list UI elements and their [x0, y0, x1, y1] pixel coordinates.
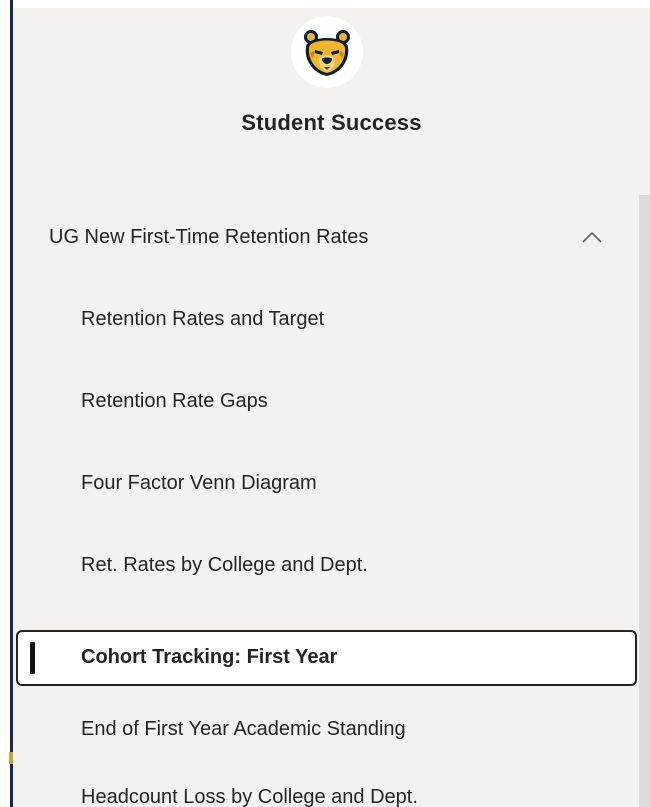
nav-item-label: End of First Year Academic Standing: [81, 718, 406, 740]
chevron-up-icon[interactable]: [579, 226, 605, 248]
nav-item-retention-rate-gaps[interactable]: Retention Rate Gaps: [13, 374, 639, 430]
nav-item-cohort-tracking-first-year[interactable]: Cohort Tracking: First Year: [16, 630, 637, 686]
nav-item-label: Retention Rate Gaps: [81, 390, 268, 412]
nav-section-label: UG New First-Time Retention Rates: [49, 226, 369, 248]
nav-item-ret-rates-by-college-and-dept[interactable]: Ret. Rates by College and Dept.: [13, 538, 639, 594]
nav-section-header[interactable]: UG New First-Time Retention Rates: [13, 212, 639, 264]
vertical-scrollbar[interactable]: [639, 195, 650, 807]
selection-indicator: [30, 642, 35, 674]
nav-item-four-factor-venn-diagram[interactable]: Four Factor Venn Diagram: [13, 456, 639, 512]
app-frame: Student Success UG New First-Time Retent…: [0, 0, 650, 807]
nav-item-label: Cohort Tracking: First Year: [81, 646, 338, 668]
bear-mascot-icon: [291, 16, 363, 88]
nav-item-label: Ret. Rates by College and Dept.: [81, 554, 368, 576]
nav-item-label: Headcount Loss by College and Dept.: [81, 786, 418, 807]
nav-item-label: Four Factor Venn Diagram: [81, 472, 317, 494]
nav-item-label: Retention Rates and Target: [81, 308, 325, 330]
app-title: Student Success: [241, 110, 422, 135]
nav-item-headcount-loss-by-college-and-dept[interactable]: Headcount Loss by College and Dept.: [13, 770, 639, 807]
nav-item-retention-rates-and-target[interactable]: Retention Rates and Target: [13, 292, 639, 348]
nav-item-end-of-first-year-academic-standing[interactable]: End of First Year Academic Standing: [13, 702, 639, 758]
